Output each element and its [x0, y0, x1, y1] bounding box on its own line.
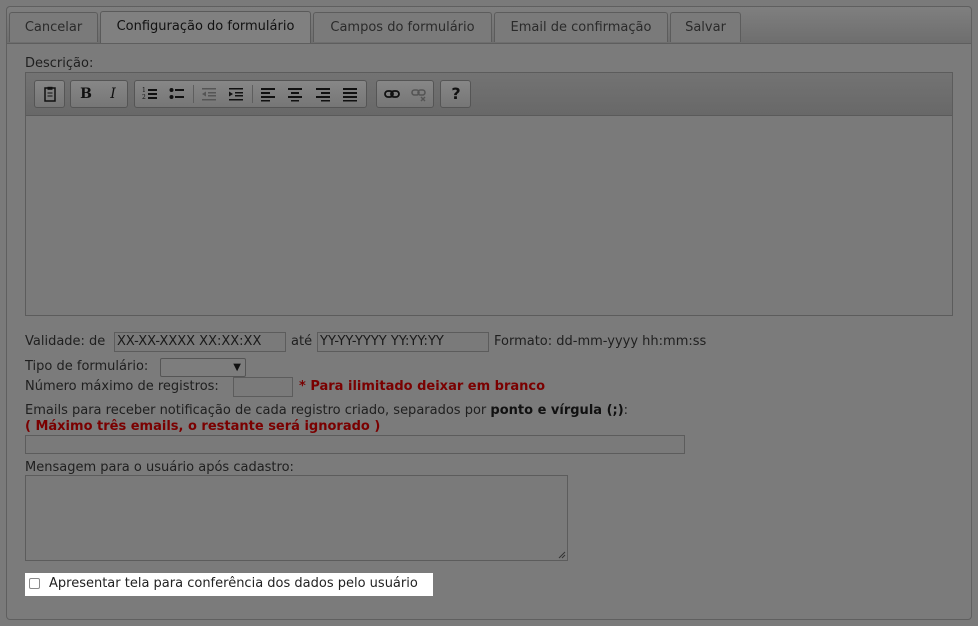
paragraph-group: 12 [134, 80, 367, 108]
tab-cancel[interactable]: Cancelar [9, 12, 98, 42]
validity-to-label: até [291, 334, 313, 349]
user-message-label: Mensagem para o usuário após cadastro: [25, 460, 294, 475]
unlink-icon[interactable] [407, 84, 431, 104]
paste-icon[interactable] [38, 84, 62, 104]
link-icon[interactable] [380, 84, 404, 104]
resize-grip-icon[interactable] [558, 551, 566, 559]
user-message-textarea[interactable] [25, 475, 568, 561]
emails-label-text: Emails para receber notificação de cada … [25, 403, 487, 418]
svg-text:1: 1 [142, 87, 146, 94]
validity-label: Validade: de [25, 334, 106, 349]
form-type-label: Tipo de formulário: [25, 359, 149, 374]
tab-save[interactable]: Salvar [670, 12, 741, 42]
form-type-select[interactable]: ▼ [160, 358, 246, 377]
validity-from-input[interactable]: XX-XX-XXXX XX:XX:XX [114, 332, 286, 352]
clipboard-group [34, 80, 65, 108]
format-group: B I [70, 80, 128, 108]
confirmation-screen-label[interactable]: Apresentar tela para conferência dos dad… [49, 576, 418, 591]
svg-text:2: 2 [142, 94, 146, 101]
description-label: Descrição: [25, 56, 94, 71]
toolbar-separator [193, 85, 194, 103]
notification-emails-input[interactable] [25, 435, 685, 454]
align-center-icon[interactable] [283, 84, 307, 104]
indent-icon[interactable] [224, 84, 248, 104]
align-right-icon[interactable] [311, 84, 335, 104]
tab-form-fields[interactable]: Campos do formulário [313, 12, 492, 42]
max-records-label: Número máximo de registros: [25, 379, 219, 394]
tab-form-settings[interactable]: Configuração do formulário [100, 11, 311, 43]
emails-max-warning: ( Máximo três emails, o restante será ig… [25, 419, 381, 434]
tab-bar: Cancelar Configuração do formulário Camp… [7, 7, 971, 44]
emails-label-separator: ponto e vírgula (;) [490, 403, 624, 418]
help-group: ? [440, 80, 471, 108]
chevron-down-icon: ▼ [233, 362, 241, 373]
toolbar-separator [252, 85, 253, 103]
unordered-list-icon[interactable] [165, 84, 189, 104]
date-format-hint: Formato: dd-mm-yyyy hh:mm:ss [494, 334, 707, 349]
align-left-icon[interactable] [256, 84, 280, 104]
align-justify-icon[interactable] [338, 84, 362, 104]
help-icon[interactable]: ? [444, 84, 468, 104]
rich-text-editor: B I 12 ? [25, 72, 953, 316]
max-records-input[interactable] [233, 377, 293, 397]
outdent-icon[interactable] [197, 84, 221, 104]
editor-content-area[interactable] [26, 116, 952, 315]
validity-to-input[interactable]: YY-YY-YYYY YY:YY:YY [317, 332, 489, 352]
confirmation-screen-option: Apresentar tela para conferência dos dad… [25, 573, 433, 596]
max-records-hint: * Para ilimitado deixar em branco [299, 379, 546, 394]
emails-label-end: : [623, 403, 629, 418]
italic-icon[interactable]: I [101, 84, 125, 104]
tab-confirmation-email[interactable]: Email de confirmação [494, 12, 668, 42]
emails-label: Emails para receber notificação de cada … [25, 403, 628, 418]
bold-icon[interactable]: B [74, 84, 98, 104]
ordered-list-icon[interactable]: 12 [138, 84, 162, 104]
link-group [376, 80, 434, 108]
confirmation-screen-checkbox[interactable] [29, 578, 40, 589]
editor-toolbar: B I 12 ? [26, 73, 952, 116]
